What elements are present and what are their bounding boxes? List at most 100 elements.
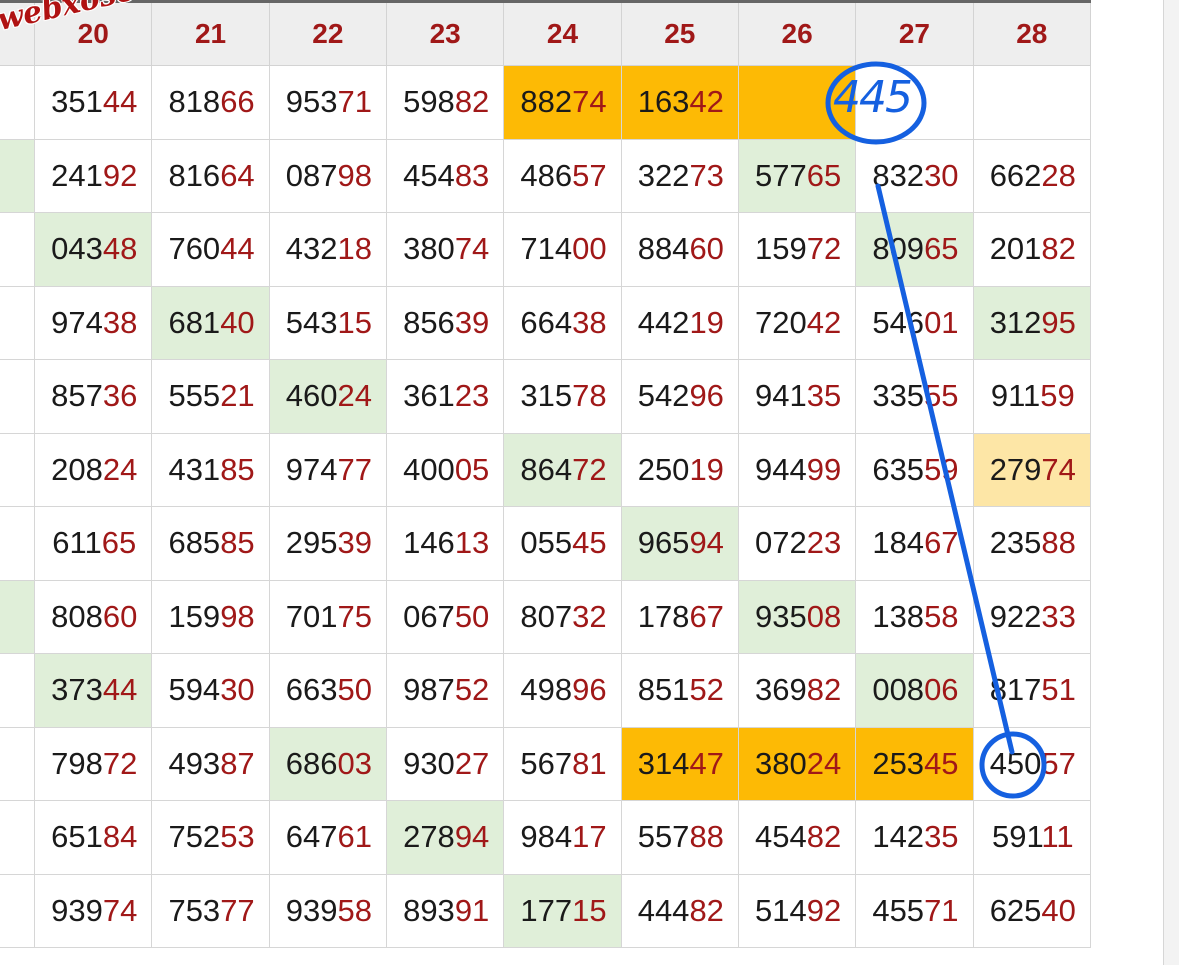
result-cell [972, 65, 1092, 140]
result-cell: 75253 [151, 800, 270, 875]
result-cell: 31447 [620, 726, 739, 801]
number-head-digits: 817 [989, 672, 1042, 708]
number-tail-digits: 21 [220, 378, 255, 414]
number-head-digits: 647 [285, 819, 338, 855]
number-head-digits: 087 [285, 157, 338, 193]
number-tail-digits: 27 [454, 745, 490, 781]
result-cell: 54296 [620, 359, 739, 434]
number-tail-digits: 06 [924, 672, 959, 708]
number-head-digits: 798 [51, 745, 103, 781]
number-head-digits: 701 [285, 598, 338, 634]
result-cell: 62540 [972, 873, 1092, 948]
number-head-digits: 312 [989, 304, 1042, 340]
result-cell: 20182 [972, 212, 1092, 287]
result-cell: 32273 [620, 138, 739, 213]
number-tail-digits: 23 [806, 525, 842, 561]
number-head-digits: 241 [51, 157, 103, 193]
result-cell: 79872 [34, 726, 153, 801]
number-tail-digits: 52 [689, 672, 724, 708]
number-head-digits: 591 [991, 819, 1042, 855]
number-tail-digits: 96 [572, 672, 607, 708]
table-row: 2497438681405431585639664384421972042546… [0, 285, 1092, 360]
number-head-digits: 008 [872, 672, 925, 708]
number-head-digits: 278 [403, 819, 455, 855]
number-head-digits: 807 [520, 598, 573, 634]
number-head-digits: 856 [403, 304, 455, 340]
number-tail-digits: 33 [1041, 598, 1076, 634]
number-head-digits: 432 [285, 231, 338, 267]
result-cell: 93027 [386, 726, 505, 801]
result-cell: 44482 [620, 873, 739, 948]
number-tail-digits: 65 [924, 231, 959, 267]
result-cell: 88460 [620, 212, 739, 287]
number-tail-digits: 40 [1041, 892, 1076, 928]
result-cell: 05545 [503, 506, 622, 581]
result-cell: 86472 [503, 432, 622, 507]
result-cell: 00806 [855, 653, 974, 728]
table-row: 7320824431859747740005864722501994499635… [0, 432, 1092, 507]
number-tail-digits: 82 [689, 892, 724, 928]
number-tail-digits: 82 [806, 672, 842, 708]
number-head-digits: 314 [637, 745, 690, 781]
result-cell: 80965 [855, 212, 974, 287]
number-head-digits: 361 [403, 378, 455, 414]
scrollbar-track[interactable] [1163, 0, 1179, 965]
number-tail-digits: 55 [924, 378, 959, 414]
number-tail-digits: 52 [454, 672, 490, 708]
result-cell: 64761 [268, 800, 388, 875]
result-cell: 55521 [151, 359, 270, 434]
result-cell: 10 [0, 653, 36, 728]
number-tail-digits: 94 [454, 819, 490, 855]
number-head-digits: 322 [637, 157, 690, 193]
number-head-digits: 400 [403, 451, 455, 487]
number-tail-digits: 18 [337, 231, 372, 267]
number-tail-digits: 24 [102, 451, 138, 487]
results-grid: 9202122232425262728 36351448186695371598… [0, 0, 1163, 965]
number-head-digits: 882 [520, 84, 573, 120]
result-cell: 13858 [855, 579, 974, 654]
number-head-digits: 864 [520, 451, 573, 487]
number-head-digits: 146 [403, 525, 455, 561]
result-cell: 33555 [855, 359, 974, 434]
table-row: 0324192816640879845483486573227357765832… [0, 138, 1092, 213]
number-head-digits: 380 [403, 231, 455, 267]
number-head-digits: 577 [755, 157, 807, 193]
number-tail-digits: 45 [572, 525, 607, 561]
result-cell: 24 [0, 285, 36, 360]
number-head-digits: 651 [51, 819, 103, 855]
number-head-digits: 163 [637, 84, 690, 120]
number-head-digits: 818 [168, 84, 221, 120]
result-cell: 71400 [503, 212, 622, 287]
result-cell: 68140 [151, 285, 270, 360]
number-tail-digits: 82 [806, 819, 842, 855]
column-header-20: 20 [34, 0, 153, 66]
number-head-digits: 935 [755, 598, 807, 634]
number-head-digits: 635 [872, 451, 925, 487]
number-head-digits: 594 [168, 672, 221, 708]
table-row: 36351448186695371598828827416342 [0, 65, 1092, 140]
number-tail-digits: 77 [337, 451, 372, 487]
result-cell: 85152 [620, 653, 739, 728]
number-head-digits: 965 [637, 525, 690, 561]
number-tail-digits: 71 [337, 84, 372, 120]
result-cell: 70175 [268, 579, 388, 654]
number-tail-digits: 60 [689, 231, 724, 267]
number-head-digits: 987 [403, 672, 455, 708]
result-cell: 93508 [737, 579, 857, 654]
result-cell: 36982 [737, 653, 857, 728]
result-cell: 74 [0, 359, 36, 434]
result-cell: 37344 [34, 653, 153, 728]
number-tail-digits: 74 [572, 84, 607, 120]
number-tail-digits: 48 [102, 231, 138, 267]
number-tail-digits: 45 [924, 745, 959, 781]
number-tail-digits: 67 [924, 525, 959, 561]
number-tail-digits: 98 [337, 157, 372, 193]
number-tail-digits: 74 [454, 231, 490, 267]
number-tail-digits: 81 [572, 745, 607, 781]
number-tail-digits: 57 [572, 157, 607, 193]
number-tail-digits: 71 [924, 892, 959, 928]
result-cell: 63559 [855, 432, 974, 507]
number-tail-digits: 88 [689, 819, 724, 855]
table-row: 9461165685852953914613055459659407223184… [0, 506, 1092, 581]
number-tail-digits: 74 [102, 892, 138, 928]
